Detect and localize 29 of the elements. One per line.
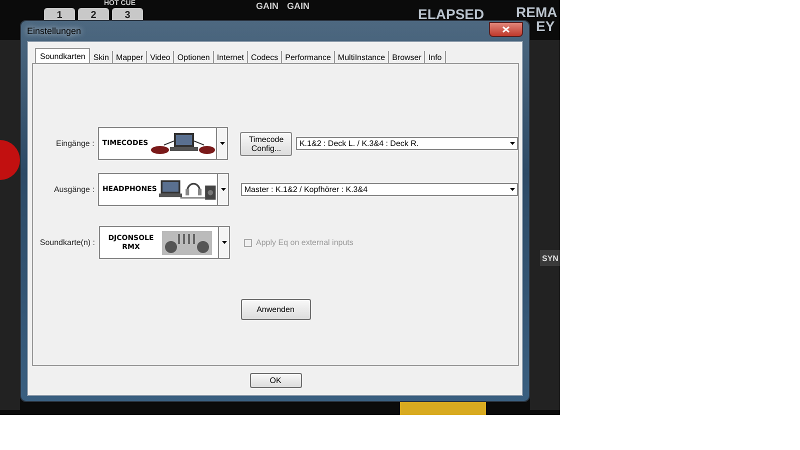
close-button[interactable] bbox=[489, 22, 523, 36]
sync-button[interactable]: SYN bbox=[540, 250, 560, 266]
apply-button[interactable]: Anwenden bbox=[240, 299, 310, 320]
dropdown-arrow-icon bbox=[222, 241, 226, 244]
dropdown-arrow-icon bbox=[220, 188, 226, 191]
remain-label: REMA bbox=[516, 4, 558, 20]
dropdown-arrow-icon bbox=[220, 142, 225, 145]
dropdown-button[interactable] bbox=[218, 226, 230, 259]
close-icon bbox=[502, 26, 510, 32]
checkbox-label: Apply Eq on external inputs bbox=[256, 238, 354, 247]
tab[interactable]: Soundkarten bbox=[35, 48, 90, 64]
ok-button[interactable]: OK bbox=[250, 373, 302, 388]
dropdown-arrow-icon bbox=[510, 188, 515, 191]
dropdown-arrow-icon bbox=[510, 142, 515, 145]
field-label: Soundkarte(n) : bbox=[38, 238, 95, 247]
gain-label: GAIN bbox=[287, 1, 310, 11]
timecode-config-button[interactable]: Timecode Config... bbox=[240, 132, 292, 156]
gain-label: GAIN bbox=[256, 1, 278, 11]
dropdown-button[interactable] bbox=[217, 173, 230, 206]
field-label: Eingänge : bbox=[55, 139, 94, 148]
window-title: Einstellungen bbox=[27, 26, 82, 36]
dropdown-field[interactable]: K.1&2 : Deck L. / K.3&4 : Deck R. bbox=[296, 137, 518, 150]
dj-console-icon bbox=[161, 230, 213, 256]
dropdown-field[interactable]: Master : K.1&2 / Kopfhörer : K.3&4 bbox=[241, 183, 518, 196]
field-label: Ausgänge : bbox=[52, 185, 94, 194]
dropdown-button[interactable] bbox=[216, 127, 228, 160]
key-label: EY bbox=[536, 18, 555, 34]
elapsed-label: ELAPSED bbox=[418, 6, 484, 22]
turntables-laptop-icon bbox=[150, 130, 216, 156]
